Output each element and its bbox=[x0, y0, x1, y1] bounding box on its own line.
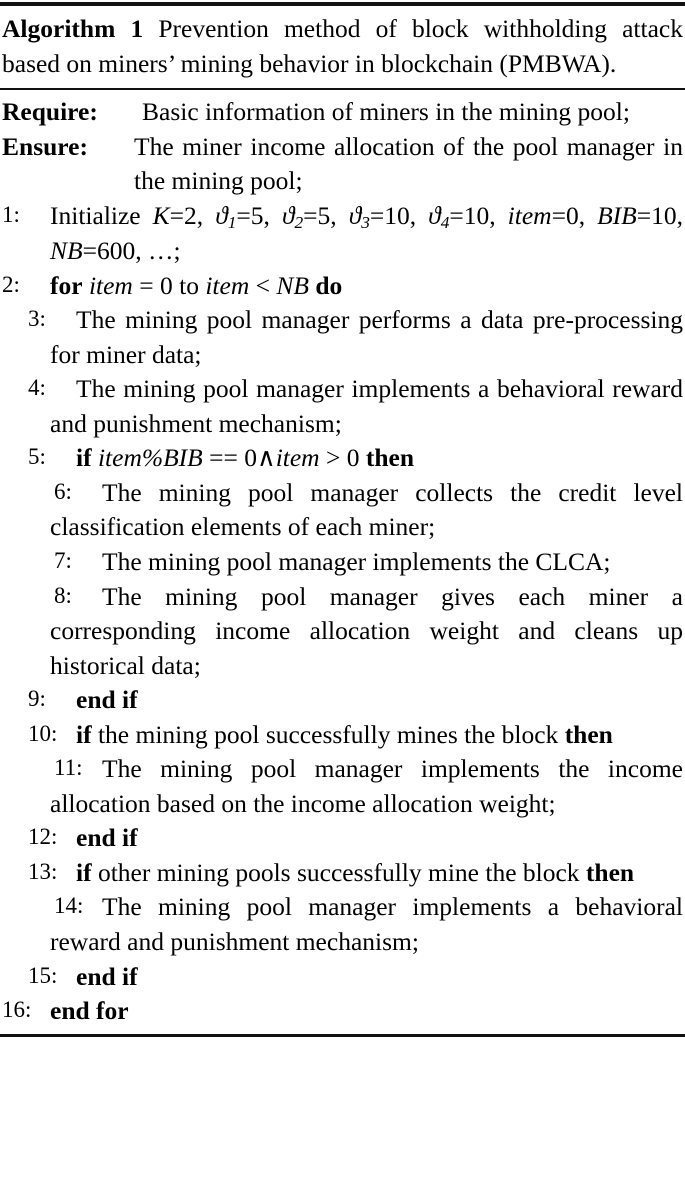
algorithm-step: 7: The mining pool manager implements th… bbox=[2, 545, 683, 580]
step-text: if the mining pool successfully mines th… bbox=[76, 719, 613, 749]
step-number: 16: bbox=[2, 997, 32, 1023]
step-number: 14: bbox=[54, 893, 84, 919]
step-number: 4: bbox=[28, 375, 46, 401]
step-text: The mining pool manager collects the cre… bbox=[50, 477, 683, 542]
bottom-rule bbox=[0, 1033, 685, 1037]
step-text: The mining pool manager implements a beh… bbox=[50, 374, 683, 438]
step-number: 8: bbox=[54, 582, 72, 608]
ensure-row: Ensure: The miner income allocation of t… bbox=[2, 130, 683, 199]
algorithm-step: 13: if other mining pools successfully m… bbox=[2, 856, 683, 891]
step-text: The mining pool manager gives each miner… bbox=[50, 581, 683, 680]
step-number: 2: bbox=[2, 271, 20, 297]
algorithm-step: 12: end if bbox=[2, 821, 683, 856]
step-number: 11: bbox=[54, 755, 83, 781]
require-row: Require: Basic information of miners in … bbox=[2, 95, 683, 130]
algorithm-step: 16: end for bbox=[2, 994, 683, 1029]
step-number: 5: bbox=[28, 444, 46, 470]
step-text: for item = 0 to item < NB do bbox=[50, 270, 343, 300]
ensure-text: The miner income allocation of the pool … bbox=[134, 131, 683, 196]
algorithm-step: 1: Initialize K=2, ϑ1=5, ϑ2=5, ϑ3=10, ϑ4… bbox=[2, 199, 683, 269]
step-number: 1: bbox=[2, 201, 20, 227]
algorithm-title: Algorithm 1 Prevention method of block w… bbox=[0, 6, 685, 88]
step-text: The mining pool manager performs a data … bbox=[50, 305, 683, 369]
step-number: 7: bbox=[54, 547, 72, 573]
step-number: 10: bbox=[28, 720, 58, 746]
step-text: end if bbox=[76, 823, 138, 853]
algorithm-step: 4: The mining pool manager implements a … bbox=[2, 372, 683, 441]
algorithm-step: 11: The mining pool manager implements t… bbox=[2, 752, 683, 821]
algorithm-step: 3: The mining pool manager performs a da… bbox=[2, 303, 683, 372]
require-text: Basic information of miners in the minin… bbox=[142, 97, 630, 127]
step-number: 6: bbox=[54, 478, 72, 504]
algorithm-step: 15: end if bbox=[2, 960, 683, 995]
step-text: Initialize K=2, ϑ1=5, ϑ2=5, ϑ3=10, ϑ4=10… bbox=[50, 200, 684, 266]
algorithm-body: Require: Basic information of miners in … bbox=[0, 90, 685, 1034]
step-text: if other mining pools successfully mine … bbox=[76, 857, 635, 887]
step-number: 15: bbox=[28, 962, 58, 988]
step-number: 3: bbox=[28, 306, 46, 332]
step-text: The mining pool manager implements a beh… bbox=[50, 892, 683, 956]
step-number: 13: bbox=[28, 858, 58, 884]
algorithm-step: 5: if item%BIB == 0∧item > 0 then bbox=[2, 441, 683, 476]
step-text: The mining pool manager implements the i… bbox=[50, 754, 683, 818]
step-text: end for bbox=[50, 996, 129, 1026]
step-text: if item%BIB == 0∧item > 0 then bbox=[76, 443, 415, 473]
step-text: end if bbox=[76, 685, 138, 715]
algorithm-step: 8: The mining pool manager gives each mi… bbox=[2, 580, 683, 684]
step-text: end if bbox=[76, 961, 138, 991]
algorithm-block: Algorithm 1 Prevention method of block w… bbox=[0, 2, 685, 1037]
step-text: The mining pool manager implements the C… bbox=[102, 546, 611, 576]
algorithm-step: 2: for item = 0 to item < NB do bbox=[2, 269, 683, 304]
algorithm-step: 14: The mining pool manager implements a… bbox=[2, 890, 683, 959]
algorithm-step: 6: The mining pool manager collects the … bbox=[2, 476, 683, 545]
algorithm-step: 9: end if bbox=[2, 683, 683, 718]
algorithm-label: Algorithm 1 bbox=[2, 14, 144, 43]
step-number: 9: bbox=[28, 686, 46, 712]
step-number: 12: bbox=[28, 824, 58, 850]
algorithm-step: 10: if the mining pool successfully mine… bbox=[2, 718, 683, 753]
ensure-label: Ensure: bbox=[2, 131, 88, 161]
require-label: Require: bbox=[2, 97, 98, 127]
